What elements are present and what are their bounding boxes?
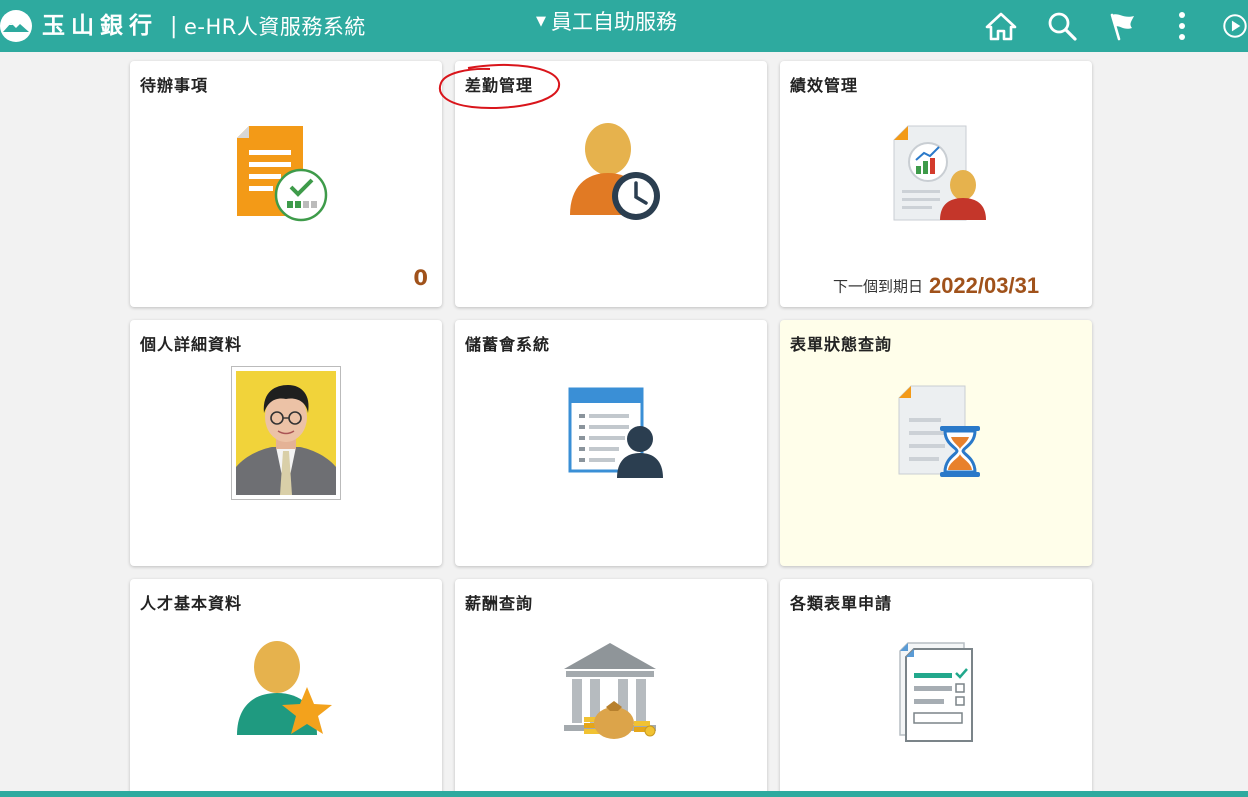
tile-salary-query[interactable]: 薪酬查詢 [455, 579, 767, 797]
bank-logo-icon [0, 10, 32, 42]
due-date-label: 下一個到期日 [832, 277, 923, 296]
tile-performance-management[interactable]: 績效管理 下一個到期日 2022/03/31 [780, 61, 1092, 307]
tile-title: 績效管理 [790, 76, 859, 95]
search-icon[interactable] [1044, 8, 1080, 44]
task-document-icon [235, 124, 331, 228]
performance-report-icon [892, 124, 988, 228]
home-icon[interactable] [983, 8, 1019, 44]
tile-attendance-management[interactable]: 差勤管理 [455, 61, 767, 307]
form-status-hourglass-icon [897, 384, 987, 484]
attendance-clock-icon [566, 121, 662, 227]
bottom-accent-bar [0, 791, 1248, 797]
tile-title: 薪酬查詢 [465, 594, 534, 613]
pending-count: 0 [413, 266, 428, 290]
menu-title-label: 員工自助服務 [551, 10, 677, 34]
form-checklist-icon [894, 639, 978, 747]
bank-name: 玉山銀行 [42, 13, 158, 39]
bank-money-icon [558, 641, 662, 745]
tile-title: 個人詳細資料 [140, 335, 243, 354]
due-date-row: 下一個到期日 2022/03/31 [780, 273, 1092, 299]
navigation-menu-dropdown[interactable]: ▼ 員工自助服務 [536, 7, 677, 37]
tile-title: 差勤管理 [465, 76, 534, 95]
tile-personal-details[interactable]: 個人詳細資料 [130, 320, 442, 566]
tile-title: 各類表單申請 [790, 594, 893, 613]
profile-photo [231, 366, 341, 500]
app-title: e-HR人資服務系統 [184, 15, 366, 39]
talent-star-icon [235, 639, 335, 747]
due-date-value: 2022/03/31 [928, 273, 1040, 298]
tile-form-status-query[interactable]: 表單狀態查詢 [780, 320, 1092, 566]
savings-list-icon [567, 386, 663, 484]
more-vertical-icon[interactable] [1164, 8, 1200, 44]
tile-title: 儲蓄會系統 [465, 335, 551, 354]
play-icon[interactable] [1222, 8, 1248, 44]
tile-form-application[interactable]: 各類表單申請 [780, 579, 1092, 797]
tile-talent-basic-data[interactable]: 人才基本資料 [130, 579, 442, 797]
top-header-bar: 玉山銀行 | e-HR人資服務系統 ▼ 員工自助服務 [0, 0, 1248, 52]
header-separator: | [170, 14, 178, 39]
tile-pending-tasks[interactable]: 待辦事項 0 [130, 61, 442, 307]
flag-icon[interactable] [1105, 8, 1141, 44]
caret-down-icon: ▼ [536, 14, 546, 29]
tile-savings-system[interactable]: 儲蓄會系統 [455, 320, 767, 566]
tile-title: 人才基本資料 [140, 594, 243, 613]
tile-title: 待辦事項 [140, 76, 209, 95]
tile-title: 表單狀態查詢 [790, 335, 893, 354]
